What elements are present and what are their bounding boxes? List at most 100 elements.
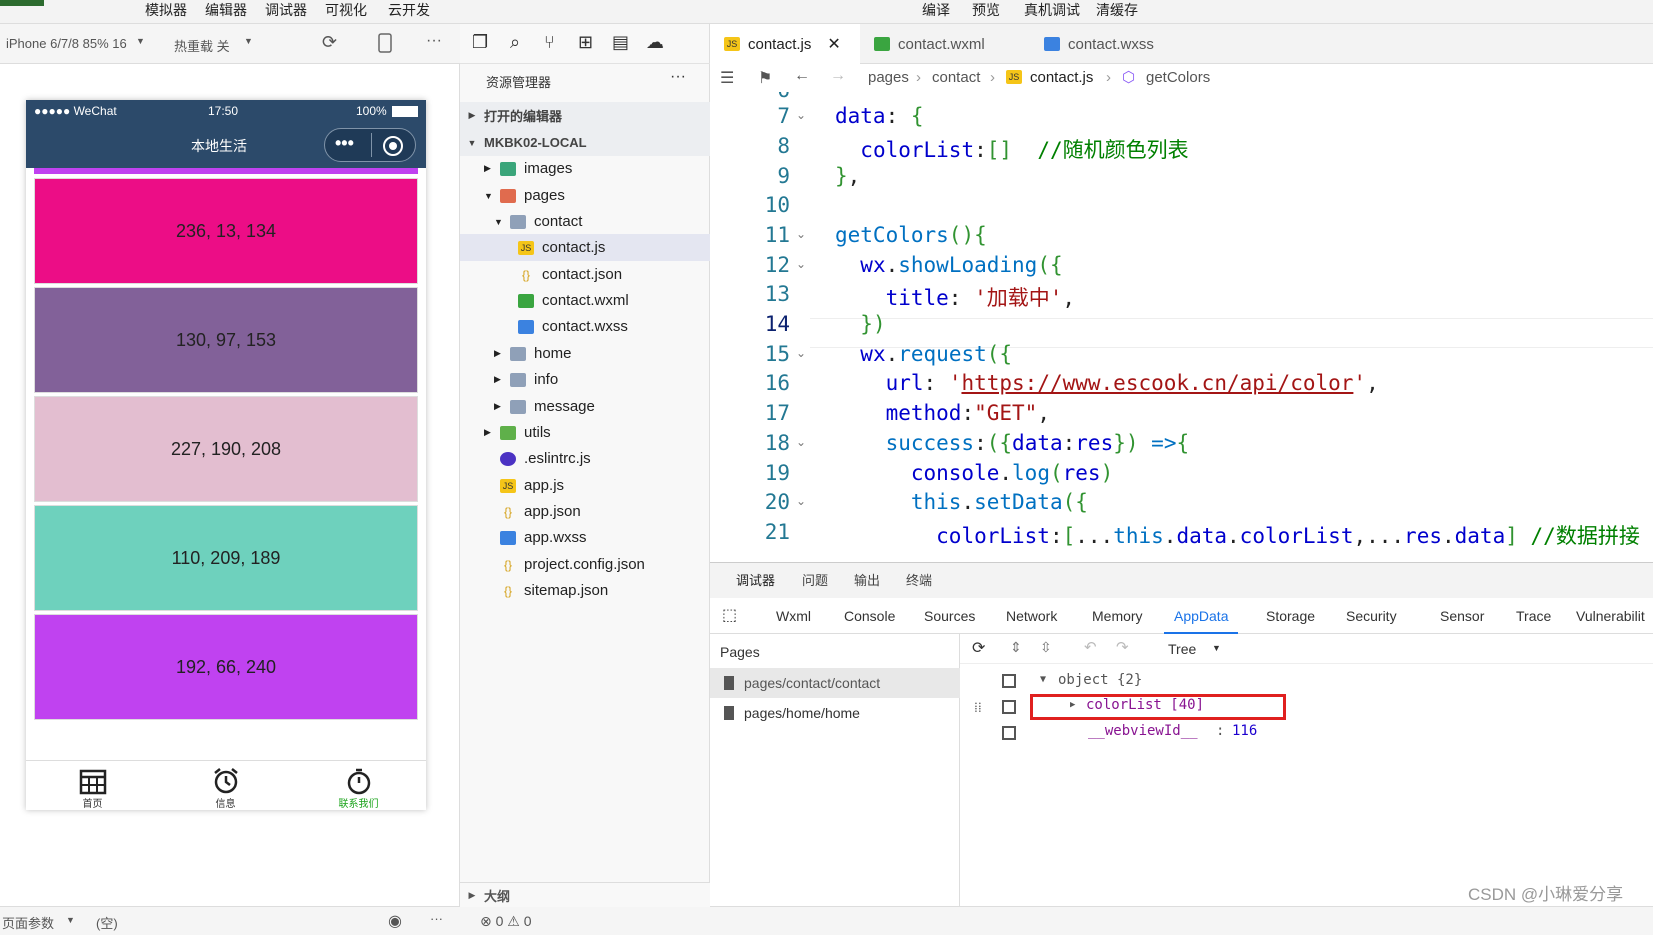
tab-security[interactable]: Security: [1346, 598, 1397, 634]
more-icon[interactable]: ···: [426, 32, 442, 50]
tree-item-contact-wxml[interactable]: contact.wxml: [460, 287, 710, 314]
tab-trace[interactable]: Trace: [1516, 598, 1551, 634]
tab-memory[interactable]: Memory: [1092, 598, 1143, 634]
menu-clear-cache[interactable]: 清缓存: [1096, 0, 1138, 20]
breadcrumb-item[interactable]: pages: [868, 69, 909, 86]
tree-item-info[interactable]: ▶ info: [460, 366, 710, 393]
git-icon[interactable]: ⑂: [544, 32, 555, 53]
tree-item-contact-wxss[interactable]: contact.wxss: [460, 313, 710, 340]
outline-section[interactable]: ▶ 大纲: [460, 883, 710, 907]
tab-vulnerability[interactable]: Vulnerabilit: [1576, 598, 1645, 634]
redo-icon[interactable]: ↷: [1116, 638, 1129, 656]
storage-icon[interactable]: ▤: [612, 32, 629, 53]
tab-contact-wxml[interactable]: contact.wxml: [860, 24, 1020, 64]
tab-sources[interactable]: Sources: [924, 598, 975, 634]
menu-compile[interactable]: 编译: [922, 0, 950, 20]
open-editors-section[interactable]: ▶ 打开的编辑器: [460, 102, 710, 129]
tree-item-contact-json[interactable]: {} contact.json: [460, 261, 710, 288]
tree-item-contact-js[interactable]: JS contact.js: [460, 234, 710, 261]
tab-network[interactable]: Network: [1006, 598, 1057, 634]
checkbox-icon[interactable]: [1002, 674, 1016, 688]
menu-simulator[interactable]: 模拟器: [145, 0, 187, 20]
menu-visual[interactable]: 可视化: [325, 0, 367, 20]
tab-debugger[interactable]: 调试器: [736, 563, 775, 599]
fold-chevron-icon[interactable]: ⌄: [796, 346, 806, 360]
tab-contact[interactable]: 联系我们: [292, 761, 425, 811]
tab-appdata[interactable]: AppData: [1164, 598, 1239, 634]
device-select[interactable]: iPhone 6/7/8 85% 16: [6, 36, 127, 51]
undo-icon[interactable]: ↶: [1084, 638, 1097, 656]
inspect-icon[interactable]: ⬚: [722, 598, 737, 634]
tab-contact-js[interactable]: JS contact.js ✕: [710, 24, 860, 64]
tab-problems[interactable]: 问题: [802, 563, 828, 599]
problems-status[interactable]: ⊗ 0 ⚠ 0: [480, 913, 532, 930]
hot-reload-select[interactable]: 热重载 关: [174, 36, 230, 55]
tab-console[interactable]: Console: [844, 598, 895, 634]
tree-item-home[interactable]: ▶ home: [460, 340, 710, 367]
capsule-menu[interactable]: •••: [324, 128, 416, 162]
back-arrow-icon[interactable]: ←: [794, 67, 810, 85]
tree-item-eslintrc[interactable]: .eslintrc.js: [460, 445, 710, 472]
list-icon[interactable]: ☰: [720, 68, 734, 88]
tab-info[interactable]: 信息: [159, 761, 292, 811]
refresh-icon[interactable]: ⟳: [972, 638, 985, 658]
collapse-icon[interactable]: ⇳: [1040, 639, 1052, 656]
menu-dots-icon[interactable]: •••: [335, 133, 354, 154]
tree-item-images[interactable]: ▶ images: [460, 155, 710, 182]
extensions-icon[interactable]: ⊞: [578, 32, 593, 53]
tree-item-app-wxss[interactable]: app.wxss: [460, 524, 710, 551]
tree-item-message[interactable]: ▶ message: [460, 393, 710, 420]
forward-arrow-icon[interactable]: →: [830, 67, 846, 85]
menu-cloud[interactable]: 云开发: [388, 0, 430, 20]
tab-wxml[interactable]: Wxml: [776, 598, 811, 634]
tab-sensor[interactable]: Sensor: [1440, 598, 1484, 634]
more-icon[interactable]: ···: [430, 911, 443, 926]
tree-item-contact[interactable]: ▼ contact: [460, 208, 710, 235]
project-section[interactable]: ▼ MKBK02-LOCAL: [460, 129, 710, 156]
phone-icon[interactable]: [378, 33, 392, 56]
close-icon[interactable]: ✕: [827, 34, 840, 54]
menu-preview[interactable]: 预览: [972, 0, 1000, 20]
tab-home[interactable]: 首页: [26, 761, 159, 811]
fold-chevron-icon[interactable]: ⌄: [796, 435, 806, 449]
tree-item-utils[interactable]: ▶ utils: [460, 419, 710, 446]
menu-debugger[interactable]: 调试器: [265, 0, 307, 20]
code-editor[interactable]: 6 7 8 9 10 11 12 13 14 15 16 17 18 19 20…: [710, 92, 1653, 562]
breadcrumb-item[interactable]: contact: [932, 69, 980, 86]
page-item[interactable]: pages/contact/contact: [710, 668, 960, 698]
files-icon[interactable]: ❐: [472, 32, 488, 53]
fold-chevron-icon[interactable]: ⌄: [796, 494, 806, 508]
expand-icon[interactable]: ⇕: [1010, 639, 1022, 656]
drag-handle-icon[interactable]: ⁞⁞: [974, 700, 982, 717]
menu-editor[interactable]: 编辑器: [205, 0, 247, 20]
chevron-right-icon[interactable]: ▶: [1070, 700, 1075, 710]
cloud-icon[interactable]: ☁: [646, 32, 664, 53]
tree-item-project-config[interactable]: {} project.config.json: [460, 551, 710, 578]
tree-item-pages[interactable]: ▼ pages: [460, 182, 710, 209]
checkbox-icon[interactable]: [1002, 726, 1016, 740]
colorlist-key[interactable]: colorList [40]: [1086, 697, 1204, 713]
page-params-button[interactable]: 页面参数: [2, 913, 54, 932]
fold-chevron-icon[interactable]: ⌄: [796, 257, 806, 271]
page-item[interactable]: pages/home/home: [710, 698, 960, 728]
view-mode-select[interactable]: Tree: [1168, 641, 1196, 657]
tree-item-sitemap[interactable]: {} sitemap.json: [460, 577, 710, 604]
tab-storage[interactable]: Storage: [1266, 598, 1315, 634]
tree-item-app-js[interactable]: JS app.js: [460, 472, 710, 499]
fold-chevron-icon[interactable]: ⌄: [796, 108, 806, 122]
close-circle-icon[interactable]: [383, 136, 403, 156]
eye-icon[interactable]: ◉: [388, 911, 402, 931]
more-icon[interactable]: ···: [670, 68, 686, 86]
menu-real-device[interactable]: 真机调试: [1024, 0, 1080, 20]
tree-item-app-json[interactable]: {} app.json: [460, 498, 710, 525]
refresh-icon[interactable]: ⟳: [322, 32, 337, 53]
tab-contact-wxss[interactable]: contact.wxss: [1030, 24, 1190, 64]
breadcrumb-item[interactable]: contact.js: [1030, 69, 1093, 86]
fold-chevron-icon[interactable]: ⌄: [796, 227, 806, 241]
breadcrumb-item[interactable]: getColors: [1146, 69, 1210, 86]
chevron-down-icon[interactable]: ▼: [1040, 674, 1046, 685]
tab-output[interactable]: 输出: [854, 563, 880, 599]
checkbox-icon[interactable]: [1002, 700, 1016, 714]
tab-terminal[interactable]: 终端: [906, 563, 932, 599]
bookmark-icon[interactable]: ⚑: [758, 68, 772, 88]
